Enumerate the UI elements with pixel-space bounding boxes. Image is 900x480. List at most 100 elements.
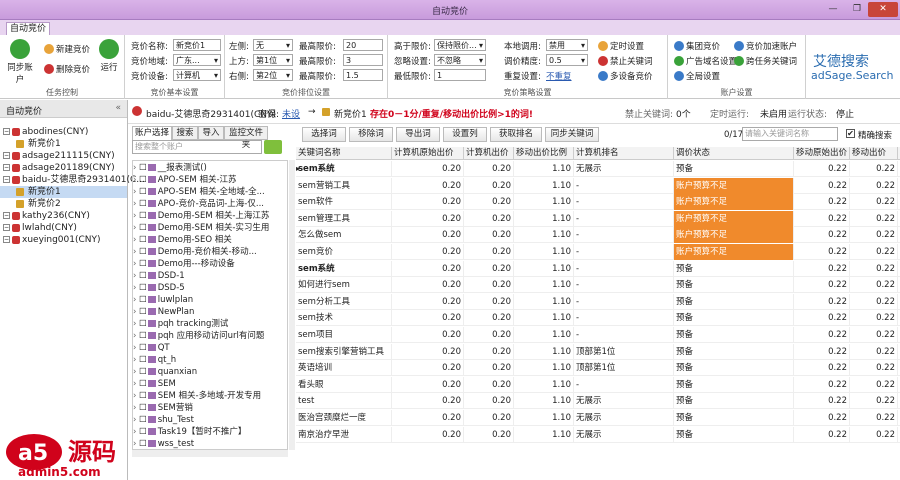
table-row[interactable]: sem系统 0.20 0.20 1.10 无展示 预备 0.22 0.22 <box>296 161 900 177</box>
expander-icon[interactable]: − <box>3 128 10 135</box>
table-row[interactable]: test 0.20 0.20 1.10 无展示 预备 0.22 0.22 <box>296 393 900 410</box>
plan-checkbox[interactable]: ☐ <box>139 199 147 209</box>
account-node[interactable]: − adsage211115(CNY) <box>0 150 127 162</box>
plan-checkbox[interactable]: ☐ <box>139 163 147 173</box>
table-row[interactable]: sem竞价 0.20 0.20 1.10- 账户预算不足 0.22 0.22 <box>296 244 900 260</box>
table-row[interactable]: 怎么做sem 0.20 0.20 1.10- 账户预算不足 0.22 0.22 <box>296 227 900 244</box>
plan-node[interactable]: › ☐ NewPlan <box>133 307 194 318</box>
plan-checkbox[interactable]: ☐ <box>139 355 147 365</box>
plan-node[interactable]: › ☐ APO-SEM 相关-全地域-全... <box>133 187 265 198</box>
plan-node[interactable]: › ☐ __报表测试() <box>133 163 207 174</box>
search-refresh-icon[interactable] <box>264 140 282 154</box>
maxbid-left-input[interactable]: 20 <box>343 39 383 51</box>
ignore-select[interactable]: 不忽略 <box>434 54 486 66</box>
table-row[interactable]: sem管理工具 0.20 0.20 1.10- 账户预算不足 0.22 0.22 <box>296 210 900 227</box>
table-row[interactable]: sem营销工具 0.20 0.20 1.10- 账户预算不足 0.22 0.22 <box>296 177 900 194</box>
account-node[interactable]: − abodines(CNY) <box>0 126 127 138</box>
plan-checkbox[interactable]: ☐ <box>139 319 147 329</box>
keyword-search-input[interactable]: 请输入关键词名称 <box>742 127 838 141</box>
plan-node[interactable]: › ☐ Demo用-SEM 相关-实习生用 <box>133 223 269 234</box>
plan-checkbox[interactable]: ☐ <box>139 367 147 377</box>
expander-icon[interactable]: − <box>3 152 10 159</box>
plan-node[interactable]: › ☐ DSD-5 <box>133 283 185 294</box>
plan-node[interactable]: › ☐ Demo用-SEO 相关 <box>133 235 232 246</box>
plan-node[interactable]: › ☐ shu_Test <box>133 415 194 426</box>
plan-checkbox[interactable]: ☐ <box>139 295 147 305</box>
plan-checkbox[interactable]: ☐ <box>139 391 147 401</box>
column-header[interactable]: 移动出价比例 <box>514 147 574 160</box>
delete-bid-button[interactable]: 删除竞价 <box>44 63 90 75</box>
precision-select[interactable]: 0.5 <box>546 54 588 66</box>
lowest-input[interactable]: 1 <box>434 69 486 81</box>
center-tab[interactable]: 导入 <box>198 126 224 140</box>
column-header[interactable]: 计算机出价 <box>464 147 514 160</box>
run-button[interactable]: 运行 <box>96 39 122 73</box>
plan-node[interactable]: › ☐ pqh 应用移动访问url有问题 <box>133 331 264 342</box>
plan-node[interactable]: › ☐ Demo用-竞价相关-移动... <box>133 247 257 258</box>
plan-checkbox[interactable]: ☐ <box>139 175 147 185</box>
expander-icon[interactable]: − <box>3 176 10 183</box>
column-header[interactable]: 计算机原始出价 <box>392 147 464 160</box>
above-select[interactable]: 保持限价... <box>434 39 486 51</box>
toolbar-button[interactable]: 设置列 <box>443 127 487 142</box>
global-settings-button[interactable]: 全局设置 <box>674 70 720 82</box>
region-select[interactable]: 广东... <box>173 54 221 66</box>
column-header[interactable]: 关键词名称 <box>296 147 392 160</box>
multi-device-button[interactable]: 多设备竞价 <box>598 70 653 82</box>
table-row[interactable]: sem系统 0.20 0.20 1.10- 预备 0.22 0.22 <box>296 260 900 277</box>
plan-node[interactable]: › ☐ APO-SEM 相关-江苏 <box>133 175 237 186</box>
expander-icon[interactable]: − <box>3 164 10 171</box>
account-node[interactable]: − xueying001(CNY) <box>0 234 127 246</box>
toolbar-button[interactable]: 获取排名 <box>490 127 542 142</box>
plan-checkbox[interactable]: ☐ <box>139 187 147 197</box>
table-row[interactable]: sem项目 0.20 0.20 1.10- 预备 0.22 0.22 <box>296 327 900 343</box>
cross-task-button[interactable]: 跨任务关键词 <box>734 55 797 67</box>
ribbon-tab-auto-bid[interactable]: 自动竞价 <box>6 22 50 35</box>
plan-node[interactable]: › ☐ SEM <box>133 379 176 390</box>
account-node[interactable]: − baidu-艾德思奇2931401(C... <box>0 174 145 186</box>
plan-checkbox[interactable]: ☐ <box>139 247 147 257</box>
plan-node[interactable]: › ☐ Demo用-SEM 相关-上海江苏 <box>133 211 269 222</box>
maximize-button[interactable]: ❐ <box>846 2 868 17</box>
expander-icon[interactable]: − <box>3 236 10 243</box>
table-row[interactable]: 看头眼 0.20 0.20 1.10- 预备 0.22 0.22 <box>296 376 900 393</box>
plan-node[interactable]: › ☐ luwlplan <box>133 295 193 306</box>
plan-checkbox[interactable]: ☐ <box>139 379 147 389</box>
plan-checkbox[interactable]: ☐ <box>139 331 147 341</box>
maxbid-right-input[interactable]: 1.5 <box>343 69 383 81</box>
close-button[interactable]: ✕ <box>868 2 898 17</box>
table-row[interactable]: sem搜索引擎营销工具 0.20 0.20 1.10 顶部第1位 预备 0.22 0.22 <box>296 343 900 360</box>
account-node[interactable]: − lwlahd(CNY) <box>0 222 127 234</box>
timer-button[interactable]: 定时设置 <box>598 40 644 52</box>
plan-node[interactable]: › ☐ DSD-1 <box>133 271 185 282</box>
plan-checkbox[interactable]: ☐ <box>139 415 147 425</box>
right-select[interactable]: 第2位 <box>253 69 293 81</box>
center-tab[interactable]: 监控文件夹 <box>224 126 268 150</box>
accel-account-button[interactable]: 竞价加速账户 <box>734 40 797 52</box>
expander-icon[interactable]: − <box>3 212 10 219</box>
plan-checkbox[interactable]: ☐ <box>139 343 147 353</box>
center-tab[interactable]: 账户选择 <box>132 126 172 140</box>
plan-checkbox[interactable]: ☐ <box>139 223 147 233</box>
sync-account-button[interactable]: 同步账户 <box>4 39 36 85</box>
plan-checkbox[interactable]: ☐ <box>139 403 147 413</box>
plan-checkbox[interactable]: ☐ <box>139 259 147 269</box>
plan-node[interactable]: › ☐ SEM营销 <box>133 403 193 414</box>
table-row[interactable]: 英语培训 0.20 0.20 1.10 顶部第1位 预备 0.22 0.22 <box>296 360 900 377</box>
upper-select[interactable]: 第1位 <box>253 54 293 66</box>
plan-node[interactable]: › ☐ qt_h <box>133 355 176 366</box>
plan-node[interactable]: › ☐ pqh tracking测试 <box>133 319 228 330</box>
table-row[interactable]: 南京治疗早泄 0.20 0.20 1.10 无展示 预备 0.22 0.22 <box>296 426 900 443</box>
new-bid-button[interactable]: 新建竞价 <box>44 43 90 55</box>
toolbar-button[interactable]: 选择词 <box>302 127 346 142</box>
plan-node[interactable]: › ☐ SEM 相关-多地域-开发专用 <box>133 391 261 402</box>
center-tab[interactable]: 搜索 <box>172 126 198 140</box>
table-row[interactable]: sem分析工具 0.20 0.20 1.10- 预备 0.22 0.22 <box>296 293 900 310</box>
column-header[interactable]: 计算机排名 <box>574 147 674 160</box>
plan-checkbox[interactable]: ☐ <box>139 283 147 293</box>
forbid-keyword-button[interactable]: 禁止关键词 <box>598 55 653 67</box>
account-search-input[interactable]: 搜索整个账户 <box>132 140 262 154</box>
plan-node[interactable]: › ☐ Demo用---移动设备 <box>133 259 235 270</box>
repeat-link[interactable]: 不重复 <box>546 70 572 82</box>
plan-node[interactable]: › ☐ APO-竞价-竞品词-上海-仅... <box>133 199 264 210</box>
